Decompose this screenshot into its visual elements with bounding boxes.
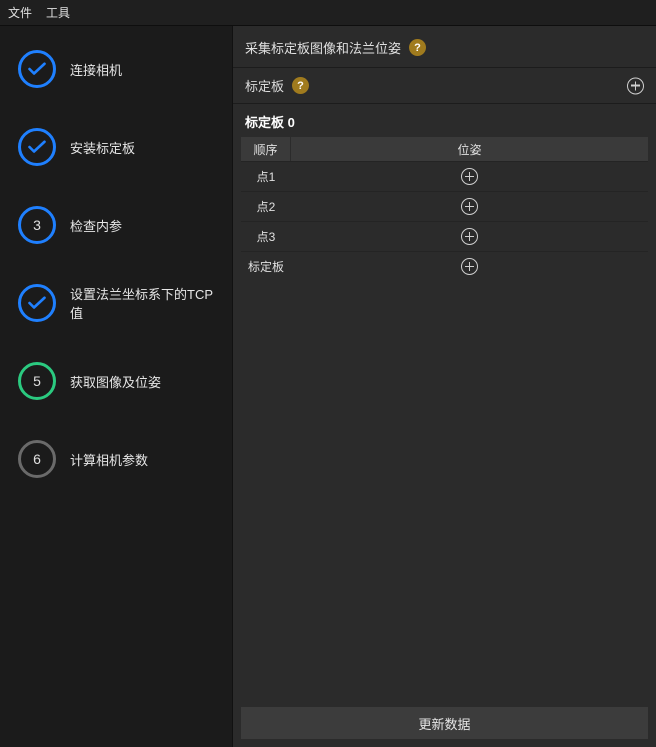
step-status-current-icon: 5 — [18, 362, 56, 400]
pose-table: 顺序 位姿 点1 点2 点3 标 — [241, 137, 648, 281]
step-install-board[interactable]: 安装标定板 — [18, 128, 222, 166]
cell-order: 点3 — [241, 222, 291, 251]
table-row: 点2 — [241, 191, 648, 221]
step-label: 获取图像及位姿 — [70, 372, 161, 391]
table-row: 标定板 — [241, 251, 648, 281]
menu-file[interactable]: 文件 — [8, 4, 32, 21]
help-icon[interactable]: ? — [409, 39, 426, 56]
step-label: 设置法兰坐标系下的TCP值 — [70, 284, 222, 322]
add-pose-button[interactable] — [461, 258, 478, 275]
right-pane-header: 采集标定板图像和法兰位姿 ? — [233, 26, 656, 68]
step-set-tcp[interactable]: 设置法兰坐标系下的TCP值 — [18, 284, 222, 322]
step-number: 6 — [33, 451, 41, 467]
menu-tools[interactable]: 工具 — [46, 4, 70, 21]
steps-pane: 连接相机 安装标定板 3 检查内参 设置法兰坐标系下的TCP值 — [0, 26, 232, 747]
add-pose-button[interactable] — [461, 198, 478, 215]
cell-order: 点2 — [241, 192, 291, 221]
step-status-number-icon: 3 — [18, 206, 56, 244]
table-row: 点3 — [241, 221, 648, 251]
board-title: 标定板 0 — [233, 104, 656, 137]
board-section-header: 标定板 ? — [233, 68, 656, 104]
col-pose: 位姿 — [291, 137, 648, 161]
step-status-done-icon — [18, 128, 56, 166]
step-connect-camera[interactable]: 连接相机 — [18, 50, 222, 88]
add-board-button[interactable] — [627, 77, 644, 94]
step-label: 计算相机参数 — [70, 450, 148, 469]
section-label: 标定板 — [245, 76, 284, 95]
right-pane-title: 采集标定板图像和法兰位姿 — [245, 38, 401, 57]
step-acquire-image-pose[interactable]: 5 获取图像及位姿 — [18, 362, 222, 400]
step-label: 安装标定板 — [70, 138, 135, 157]
cell-order: 点1 — [241, 162, 291, 191]
step-number: 5 — [33, 373, 41, 389]
table-head: 顺序 位姿 — [241, 137, 648, 161]
cell-pose — [291, 222, 648, 251]
plus-icon — [627, 77, 644, 94]
menubar: 文件 工具 — [0, 0, 656, 26]
step-label: 连接相机 — [70, 60, 122, 79]
check-icon — [28, 296, 46, 310]
bottom-bar: 更新数据 — [233, 699, 656, 747]
col-order: 顺序 — [241, 137, 291, 161]
step-label: 检查内参 — [70, 216, 122, 235]
cell-order: 标定板 — [241, 252, 291, 281]
step-status-done-icon — [18, 284, 56, 322]
check-icon — [28, 140, 46, 154]
update-data-button[interactable]: 更新数据 — [241, 707, 648, 739]
add-pose-button[interactable] — [461, 168, 478, 185]
step-number: 3 — [33, 217, 41, 233]
cell-pose — [291, 252, 648, 281]
cell-pose — [291, 162, 648, 191]
check-icon — [28, 62, 46, 76]
cell-pose — [291, 192, 648, 221]
table-row: 点1 — [241, 161, 648, 191]
step-check-intrinsics[interactable]: 3 检查内参 — [18, 206, 222, 244]
step-status-done-icon — [18, 50, 56, 88]
help-icon[interactable]: ? — [292, 77, 309, 94]
step-status-pending-icon: 6 — [18, 440, 56, 478]
add-pose-button[interactable] — [461, 228, 478, 245]
right-pane: 采集标定板图像和法兰位姿 ? 标定板 ? 标定板 0 顺序 位姿 点1 — [232, 26, 656, 747]
step-compute-params[interactable]: 6 计算相机参数 — [18, 440, 222, 478]
